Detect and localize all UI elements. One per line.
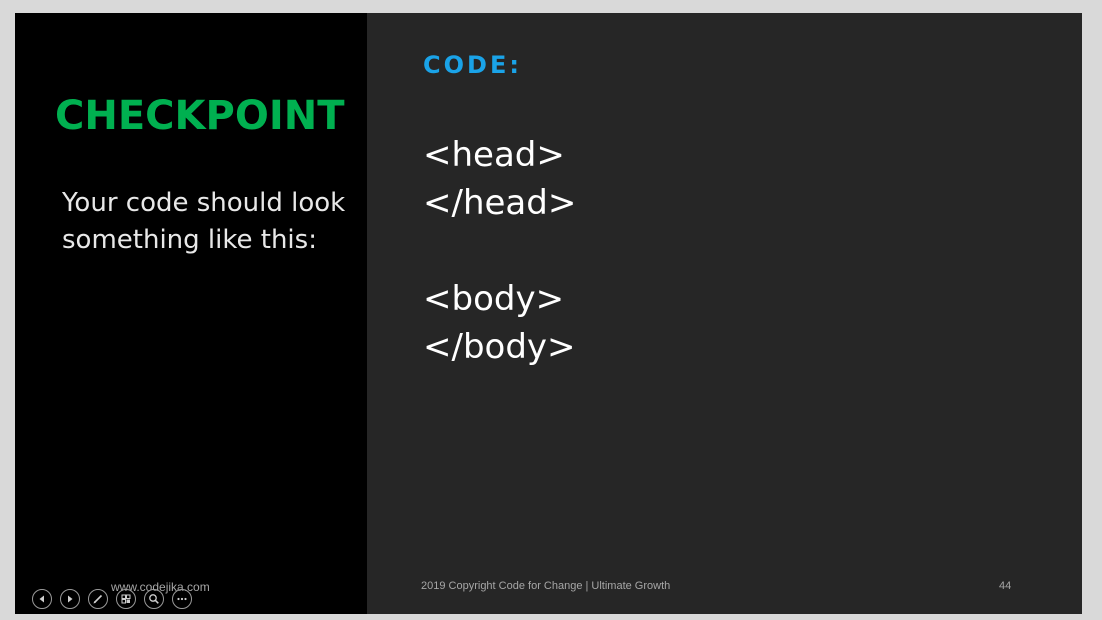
slide-overview-icon (121, 594, 131, 604)
code-block: <head> </head> <body> </body> (423, 131, 576, 371)
pen-button[interactable] (88, 589, 108, 609)
presentation-window: CHECKPOINT Your code should look somethi… (0, 0, 1102, 620)
slide-subtext: Your code should look something like thi… (62, 188, 346, 255)
zoom-icon (149, 594, 159, 604)
slide: CHECKPOINT Your code should look somethi… (15, 13, 1082, 614)
footer-copyright: 2019 Copyright Code for Change | Ultimat… (421, 580, 671, 592)
next-slide-icon (68, 595, 73, 603)
slide-overview-button[interactable] (116, 589, 136, 609)
code-line-body-open: <body> (423, 279, 565, 319)
page-number: 44 (999, 580, 1012, 592)
zoom-button[interactable] (144, 589, 164, 609)
more-options-icon (177, 597, 187, 601)
right-panel: CODE: <head> </head> <body> </body> (367, 13, 1082, 614)
pen-icon (93, 594, 103, 604)
code-label: CODE: (423, 51, 522, 79)
code-line-head-open: <head> (423, 135, 565, 175)
next-slide-button[interactable] (60, 589, 80, 609)
code-line-body-close: </body> (423, 327, 576, 367)
left-panel: CHECKPOINT Your code should look somethi… (15, 13, 367, 614)
previous-slide-icon (39, 595, 44, 603)
previous-slide-button[interactable] (32, 589, 52, 609)
slide-title: CHECKPOINT (55, 93, 345, 139)
code-line-head-close: </head> (423, 183, 577, 223)
slideshow-controls (32, 589, 192, 611)
more-options-button[interactable] (172, 589, 192, 609)
